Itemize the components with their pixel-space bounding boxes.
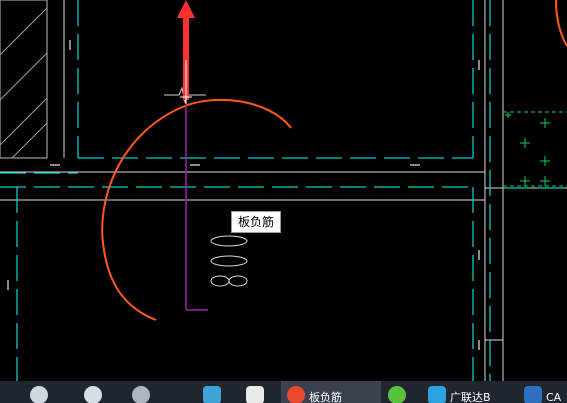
camera-icon [246,386,264,403]
taskbar-app-2[interactable] [84,381,114,403]
taskbar-app-9-label: CA [546,390,562,403]
axis-lines [0,0,567,381]
rebar-line [185,100,208,311]
taskbar-app-9[interactable]: CA [524,381,567,403]
taskbar: 板负筋 广联达B CA [0,381,567,403]
taskbar-app-1[interactable] [30,381,60,403]
red-arrow-icon [177,0,195,104]
taskbar-app-5[interactable] [246,381,276,403]
taskbar-app-7[interactable] [388,381,418,403]
colorful-app-icon [287,386,305,403]
taskbar-app-6-label: 板负筋 [309,391,342,403]
taskbar-app-8-label: 广联达B [450,391,491,403]
tooltip: 板负筋 [231,211,282,233]
browser-icon [84,386,102,403]
edge-arc [555,0,567,47]
calculator-icon [203,386,221,403]
t-app-icon [428,386,446,403]
green-panel [503,111,567,187]
crosshair-cursor-icon [180,91,192,103]
taskbar-app-4[interactable] [203,381,233,403]
swirl-icon [132,386,150,403]
revision-cloud-arc [101,98,292,321]
green-globe-icon [388,386,406,403]
taskbar-app-8[interactable]: 广联达B [428,381,514,403]
cad-drawing-viewport[interactable]: 板负筋 [0,0,567,381]
wall-lines [0,0,567,381]
cloud-icon [30,386,48,403]
taskbar-app-6[interactable]: 板负筋 [281,381,381,403]
cad-icon [524,386,542,403]
cad-drawing-canvas[interactable] [0,0,567,381]
hatch-block [0,0,48,159]
taskbar-app-3[interactable] [132,381,162,403]
loading-spinner-icon [210,235,248,287]
